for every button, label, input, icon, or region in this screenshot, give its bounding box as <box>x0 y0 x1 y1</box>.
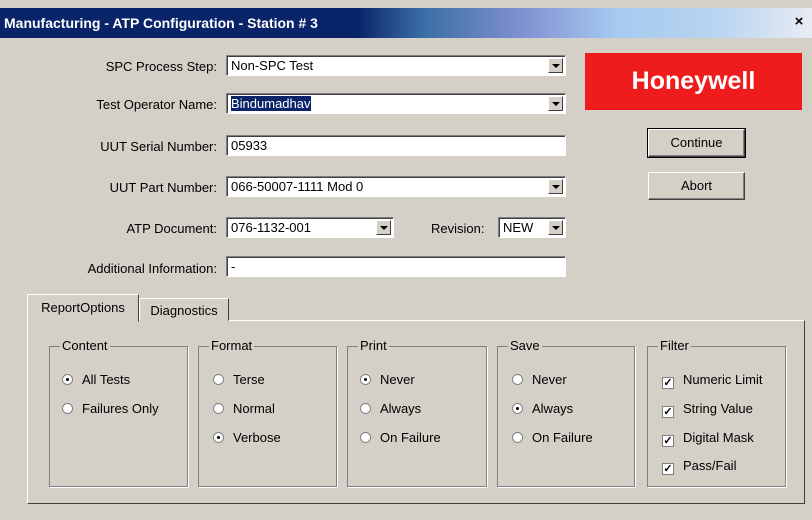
checkbox-numeric-limit[interactable]: ✓ Numeric Limit <box>662 372 762 389</box>
atp-configuration-window: Manufacturing - ATP Configuration - Stat… <box>0 0 812 520</box>
radio-label: Never <box>380 372 415 387</box>
save-group-title: Save <box>508 338 542 353</box>
radio-icon[interactable] <box>213 374 224 385</box>
checkbox-digital-mask[interactable]: ✓ Digital Mask <box>662 430 754 447</box>
radio-normal[interactable]: Normal <box>213 401 275 416</box>
radio-icon[interactable] <box>512 374 523 385</box>
checkbox-label: Pass/Fail <box>683 458 737 473</box>
checkmark-icon[interactable]: ✓ <box>662 377 674 389</box>
atp-document-value: 076-1132-001 <box>231 220 311 235</box>
radio-icon[interactable] <box>360 432 371 443</box>
checkmark-icon[interactable]: ✓ <box>662 406 674 418</box>
save-group: Save Never Always On Failure <box>497 338 635 487</box>
radio-icon[interactable] <box>213 403 224 414</box>
checkbox-pass-fail[interactable]: ✓ Pass/Fail <box>662 458 736 475</box>
radio-all-tests[interactable]: All Tests <box>62 372 130 387</box>
tab-diagnostics[interactable]: Diagnostics <box>139 298 229 321</box>
chevron-down-icon[interactable] <box>548 96 563 111</box>
revision-dropdown[interactable]: NEW <box>498 217 566 238</box>
revision-label: Revision: <box>431 221 485 236</box>
test-operator-name-value: Bindumadhav <box>231 96 311 111</box>
spc-process-step-dropdown[interactable]: Non-SPC Test <box>226 55 566 76</box>
checkbox-label: Digital Mask <box>683 430 754 445</box>
radio-label: Failures Only <box>82 401 159 416</box>
radio-selected-icon[interactable] <box>360 374 371 385</box>
radio-icon[interactable] <box>512 432 523 443</box>
uut-serial-number-input[interactable]: 05933 <box>226 135 566 156</box>
radio-label: Never <box>532 372 567 387</box>
radio-label: On Failure <box>532 430 593 445</box>
radio-save-always[interactable]: Always <box>512 401 573 416</box>
radio-selected-icon[interactable] <box>213 432 224 443</box>
title-bar[interactable]: Manufacturing - ATP Configuration - Stat… <box>0 8 812 38</box>
print-group-title: Print <box>358 338 389 353</box>
radio-label: All Tests <box>82 372 131 387</box>
checkbox-label: Numeric Limit <box>683 372 763 387</box>
uut-part-number-label: UUT Part Number: <box>109 180 217 195</box>
test-operator-name-dropdown[interactable]: Bindumadhav <box>226 93 566 114</box>
radio-verbose[interactable]: Verbose <box>213 430 281 445</box>
content-group: Content All Tests Failures Only <box>49 338 188 487</box>
radio-icon[interactable] <box>62 403 73 414</box>
radio-print-always[interactable]: Always <box>360 401 421 416</box>
radio-label: Terse <box>233 372 265 387</box>
additional-information-label: Additional Information: <box>87 261 217 276</box>
radio-icon[interactable] <box>360 403 371 414</box>
honeywell-logo: Honeywell <box>585 53 802 110</box>
spc-process-step-label: SPC Process Step: <box>105 59 217 74</box>
checkmark-icon[interactable]: ✓ <box>662 435 674 447</box>
content-group-title: Content <box>60 338 110 353</box>
test-operator-name-label: Test Operator Name: <box>96 97 217 112</box>
close-icon[interactable]: × <box>790 13 808 31</box>
radio-print-on-failure[interactable]: On Failure <box>360 430 441 445</box>
radio-label: Verbose <box>233 430 281 445</box>
checkbox-string-value[interactable]: ✓ String Value <box>662 401 753 418</box>
tab-report-options[interactable]: ReportOptions <box>27 294 139 322</box>
format-group: Format Terse Normal Verbose <box>198 338 337 487</box>
radio-save-never[interactable]: Never <box>512 372 567 387</box>
revision-value: NEW <box>503 220 534 235</box>
additional-information-input[interactable]: - <box>226 256 566 277</box>
chevron-down-icon[interactable] <box>548 179 563 194</box>
checkbox-label: String Value <box>683 401 753 416</box>
radio-print-never[interactable]: Never <box>360 372 415 387</box>
filter-group-title: Filter <box>658 338 691 353</box>
radio-label: Always <box>532 401 574 416</box>
print-group: Print Never Always On Failure <box>347 338 487 487</box>
additional-information-value: - <box>231 259 236 274</box>
uut-part-number-value: 066-50007-1111 Mod 0 <box>231 179 364 194</box>
window-title: Manufacturing - ATP Configuration - Stat… <box>4 15 318 31</box>
chevron-down-icon[interactable] <box>548 58 563 73</box>
filter-group: Filter ✓ Numeric Limit ✓ String Value ✓ Dig… <box>647 338 786 487</box>
radio-label: On Failure <box>380 430 441 445</box>
abort-button[interactable]: Abort <box>648 172 745 200</box>
radio-save-on-failure[interactable]: On Failure <box>512 430 593 445</box>
chevron-down-icon[interactable] <box>548 220 563 235</box>
atp-document-dropdown[interactable]: 076-1132-001 <box>226 217 394 238</box>
chevron-down-icon[interactable] <box>376 220 391 235</box>
atp-document-label: ATP Document: <box>126 221 217 236</box>
format-group-title: Format <box>209 338 255 353</box>
uut-part-number-dropdown[interactable]: 066-50007-1111 Mod 0 <box>226 176 566 197</box>
radio-label: Always <box>380 401 422 416</box>
radio-selected-icon[interactable] <box>62 374 73 385</box>
continue-button[interactable]: Continue <box>647 128 746 158</box>
uut-serial-number-value: 05933 <box>231 138 268 153</box>
checkmark-icon[interactable]: ✓ <box>662 463 674 475</box>
radio-label: Normal <box>233 401 275 416</box>
radio-terse[interactable]: Terse <box>213 372 265 387</box>
spc-process-step-value: Non-SPC Test <box>231 58 314 73</box>
uut-serial-number-label: UUT Serial Number: <box>100 139 217 154</box>
radio-failures-only[interactable]: Failures Only <box>62 401 159 416</box>
radio-selected-icon[interactable] <box>512 403 523 414</box>
